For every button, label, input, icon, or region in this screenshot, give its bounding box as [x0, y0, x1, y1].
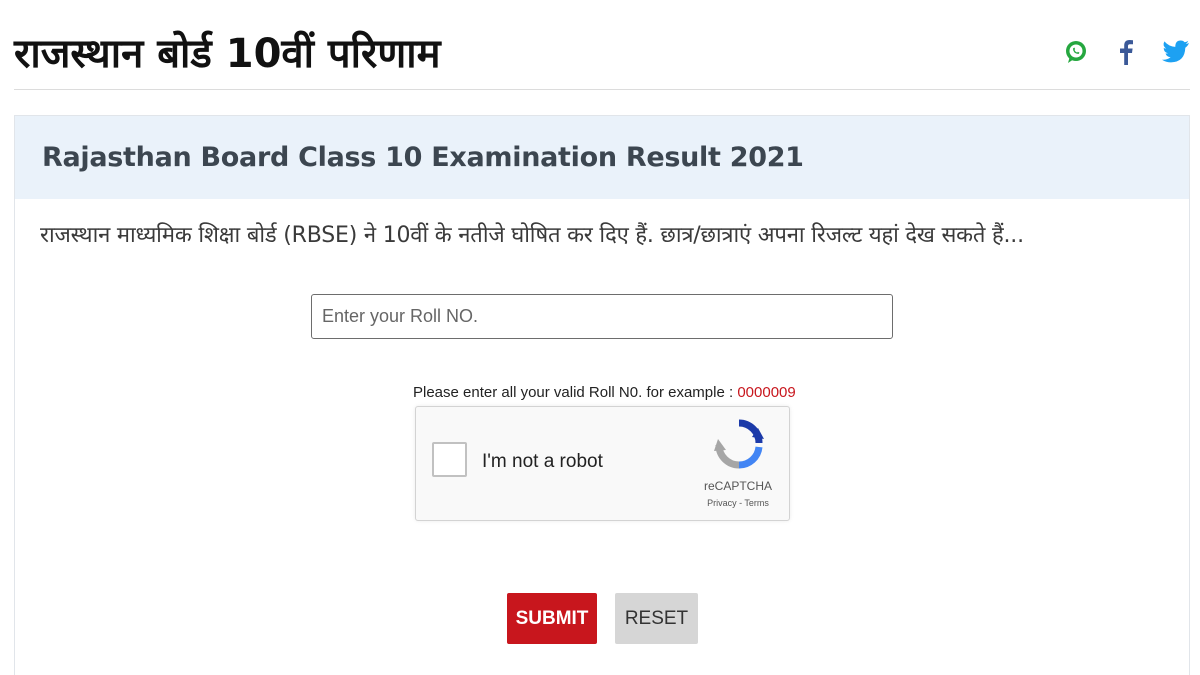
recaptcha-label: I'm not a robot	[482, 451, 603, 472]
hint-text: Please enter all your valid Roll N0. for…	[413, 384, 738, 401]
roll-number-hint: Please enter all your valid Roll N0. for…	[413, 384, 796, 401]
page-header: राजस्थान बोर्ड 10वीं परिणाम	[14, 0, 1190, 90]
share-bar	[1062, 38, 1190, 66]
page-title: राजस्थान बोर्ड 10वीं परिणाम	[14, 31, 441, 77]
twitter-icon	[1162, 40, 1189, 63]
hint-example: 0000009	[737, 384, 796, 401]
recaptcha-widget: I'm not a robot reCAPTCHA Privacy - Term…	[415, 406, 790, 521]
roll-number-input[interactable]	[311, 294, 893, 339]
whatsapp-share-button[interactable]	[1062, 38, 1090, 66]
twitter-share-button[interactable]	[1162, 38, 1190, 66]
facebook-share-button[interactable]	[1112, 38, 1140, 66]
result-card: Rajasthan Board Class 10 Examination Res…	[14, 115, 1190, 675]
whatsapp-icon	[1066, 41, 1086, 63]
intro-text: राजस्थान माध्यमिक शिक्षा बोर्ड (RBSE) ने…	[40, 223, 1024, 248]
facebook-icon	[1120, 40, 1133, 65]
result-card-header: Rajasthan Board Class 10 Examination Res…	[15, 116, 1189, 199]
recaptcha-checkbox[interactable]	[432, 442, 467, 477]
result-card-title: Rajasthan Board Class 10 Examination Res…	[42, 142, 804, 173]
recaptcha-brand: reCAPTCHA	[703, 479, 772, 493]
reset-button[interactable]: RESET	[615, 593, 698, 644]
recaptcha-privacy-terms-link[interactable]: Privacy - Terms	[694, 498, 782, 508]
recaptcha-logo-icon	[714, 419, 764, 469]
submit-button[interactable]: SUBMIT	[507, 593, 597, 644]
